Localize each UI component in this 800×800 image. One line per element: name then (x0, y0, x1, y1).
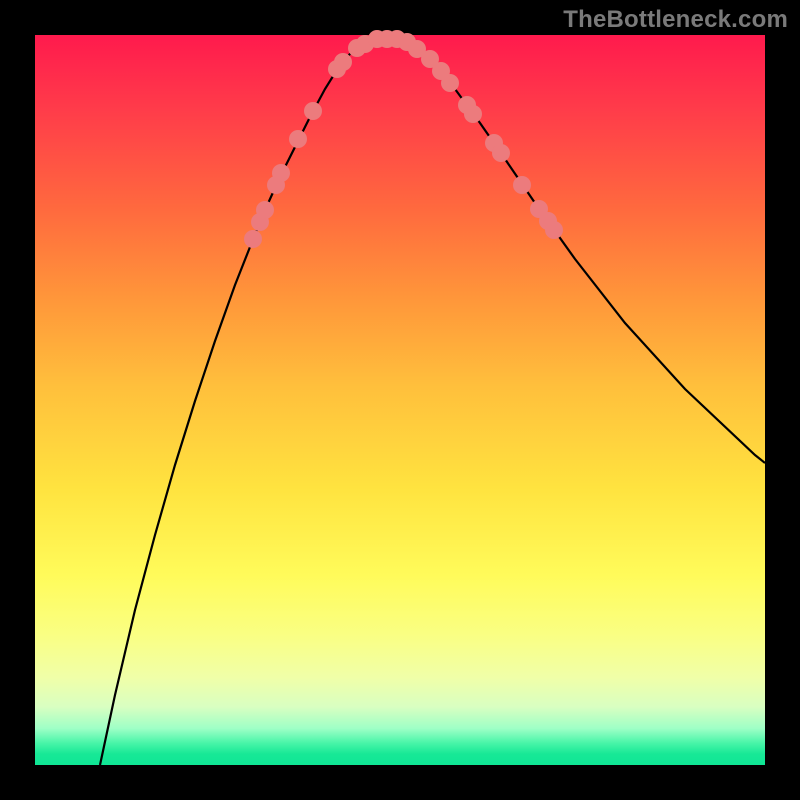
beads-group (244, 30, 563, 248)
bead-marker (304, 102, 322, 120)
bead-marker (441, 74, 459, 92)
bead-marker (244, 230, 262, 248)
chart-frame: TheBottleneck.com (0, 0, 800, 800)
bead-marker (492, 144, 510, 162)
bead-marker (256, 201, 274, 219)
plot-area (35, 35, 765, 765)
bead-marker (464, 105, 482, 123)
bottleneck-curve (100, 38, 765, 765)
bead-marker (545, 221, 563, 239)
bead-marker (513, 176, 531, 194)
bead-marker (272, 164, 290, 182)
chart-svg (35, 35, 765, 765)
bead-marker (334, 53, 352, 71)
bead-marker (289, 130, 307, 148)
watermark-text: TheBottleneck.com (563, 6, 788, 34)
